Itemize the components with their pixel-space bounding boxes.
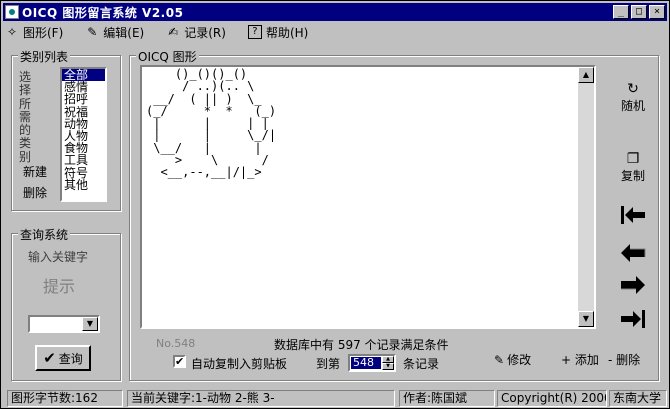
keyword-prompt: 输入关键字: [28, 250, 89, 264]
status-author: 作者:陈国斌: [399, 390, 495, 407]
category-group-title: 类别列表: [18, 48, 71, 65]
app-icon: [5, 5, 19, 19]
query-group-title: 查询系统: [18, 226, 71, 243]
menu-graphic[interactable]: ✧ 图形(F): [3, 24, 65, 41]
ascii-art-display: ()_()()_() / ..)(.. \ __/ ( || ) \_ (_/ …: [146, 67, 277, 180]
graphic-group-title: OICQ 图形: [136, 48, 199, 65]
list-item[interactable]: 符号: [62, 166, 105, 178]
copy-label: 复制: [620, 169, 645, 183]
goto-label: 到第: [316, 357, 341, 371]
chevron-down-icon[interactable]: ▼: [82, 317, 98, 331]
menu-graphic-label: 图形(F): [23, 25, 64, 40]
delete-category-button[interactable]: 删除: [23, 184, 47, 201]
menu-edit-label: 编辑(E): [103, 25, 145, 40]
help-icon: ?: [247, 25, 262, 39]
bookmark-icon: ✍: [168, 25, 179, 39]
pencil-icon: ✎: [87, 25, 98, 39]
menu-record[interactable]: ✍ 记录(R): [164, 24, 228, 41]
search-button-label: 查询: [58, 351, 83, 366]
maximize-button[interactable]: □: [631, 5, 647, 19]
copy-button[interactable]: ❐ 复制: [613, 151, 653, 184]
delete-record-button[interactable]: - 删除: [608, 351, 640, 368]
autocopy-checkbox[interactable]: ✔: [173, 355, 186, 368]
autocopy-label: 自动复制入剪贴板: [191, 357, 288, 371]
minimize-button[interactable]: _: [613, 5, 629, 19]
list-item[interactable]: 其他: [62, 179, 105, 191]
vertical-scrollbar[interactable]: ▲ ▼: [578, 67, 594, 327]
database-status: 数据库中有 597 个记录满足条件: [274, 338, 449, 352]
copy-icon: ❐: [626, 151, 640, 167]
hint-label: 提示: [43, 277, 76, 296]
goto-record-spinner[interactable]: 548 ▲ ▼: [348, 354, 396, 372]
scroll-up-button[interactable]: ▲: [578, 67, 594, 83]
spin-down-button[interactable]: ▼: [382, 363, 394, 370]
list-item[interactable]: 工具: [62, 154, 105, 166]
scroll-down-button[interactable]: ▼: [578, 311, 594, 327]
goto-record-value[interactable]: 548: [351, 357, 381, 369]
random-button[interactable]: ↻ 随机: [613, 81, 653, 114]
category-list[interactable]: 全部 感情 招呼 祝福 动物 人物 食物 工具 符号 其他: [60, 67, 107, 202]
list-item[interactable]: 祝福: [62, 105, 105, 117]
status-keywords: 当前关键字:1-动物 2-熊 3-: [127, 390, 395, 407]
list-item[interactable]: 招呼: [62, 93, 105, 105]
category-instruction: 选 择 所 需 的 类 别: [18, 70, 31, 164]
shapes-icon: ✧: [6, 25, 18, 39]
title-bar[interactable]: OICQ 图形留言系统 V2.05 _ □ ×: [3, 3, 667, 21]
status-bytes: 图形字节数:162: [7, 390, 123, 407]
modify-button[interactable]: ✎ 修改: [494, 351, 531, 368]
status-bar: 图形字节数:162 当前关键字:1-动物 2-熊 3- 作者:陈国斌 Copyr…: [3, 388, 669, 408]
goto-suffix: 条记录: [403, 357, 440, 371]
menu-help[interactable]: ? 帮助(H): [246, 24, 310, 41]
window-title: OICQ 图形留言系统 V2.05: [22, 5, 184, 20]
new-category-button[interactable]: 新建: [23, 163, 47, 180]
add-button[interactable]: + 添加: [561, 351, 599, 368]
next-record-button[interactable]: [618, 273, 648, 297]
previous-record-button[interactable]: [618, 241, 648, 265]
status-copyright: Copyright(R) 2000: [497, 390, 607, 407]
spin-up-button[interactable]: ▲: [382, 356, 394, 363]
menu-edit[interactable]: ✎ 编辑(E): [83, 24, 146, 41]
last-record-button[interactable]: [618, 307, 648, 331]
refresh-icon: ↻: [627, 81, 639, 97]
graphic-textarea[interactable]: ()_()()_() / ..)(.. \ __/ ( || ) \_ (_/ …: [140, 65, 596, 329]
status-university: 东南大学: [609, 390, 667, 407]
modify-icon: ✎: [494, 352, 505, 367]
random-label: 随机: [620, 99, 645, 113]
checkmark-icon: ✔: [43, 349, 56, 367]
close-button[interactable]: ×: [649, 5, 665, 19]
app-window: OICQ 图形留言系统 V2.05 _ □ × ✧ 图形(F) ✎ 编辑(E) …: [0, 0, 670, 409]
keyword-combobox[interactable]: ▼: [28, 315, 100, 333]
menu-record-label: 记录(R): [184, 25, 226, 40]
menu-bar: ✧ 图形(F) ✎ 编辑(E) ✍ 记录(R) ? 帮助(H): [3, 22, 667, 42]
first-record-button[interactable]: [618, 203, 648, 227]
menu-help-label: 帮助(H): [265, 25, 309, 40]
search-button[interactable]: ✔ 查询: [35, 345, 91, 371]
modify-label: 修改: [507, 353, 532, 367]
record-number: No.548: [156, 337, 196, 350]
